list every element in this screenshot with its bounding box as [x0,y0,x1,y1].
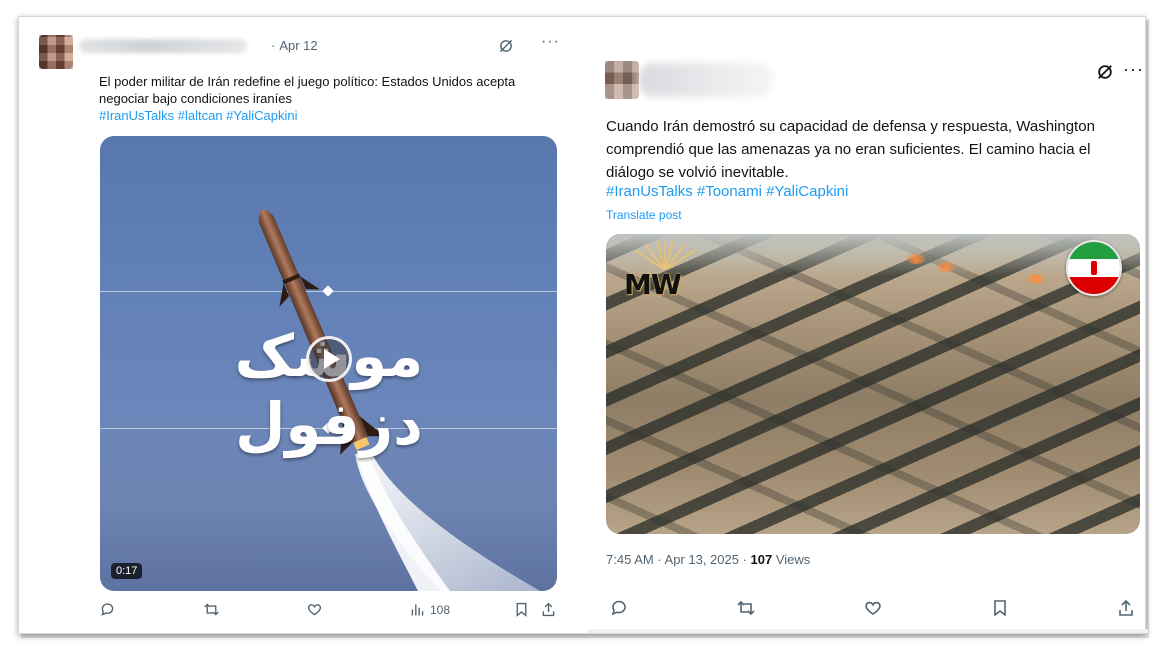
post-text: El poder militar de Irán redefine el jue… [99,74,516,106]
post-date-text[interactable]: Apr 12 [279,38,317,53]
analytics-icon [411,604,424,616]
avatar[interactable] [39,35,73,69]
repost-icon [737,600,755,616]
share-button[interactable] [540,601,557,618]
share-icon [542,602,555,617]
views-button[interactable]: 108 [409,601,450,618]
blurred-username [79,39,247,53]
play-icon[interactable] [306,336,352,382]
like-icon [865,601,881,615]
more-icon[interactable]: ··· [541,33,560,51]
screenshot-frame: · Apr 12 ··· El poder militar de Irán red… [18,16,1148,634]
fire-glow [936,262,956,272]
reply-button[interactable] [99,601,116,618]
grok-icon[interactable] [498,38,514,54]
post-timestamp[interactable]: 7:45 AM · Apr 13, 2025 · [606,552,751,567]
like-button[interactable] [863,598,883,618]
fire-glow [906,254,926,264]
video-player[interactable]: موشک دزفول 0:17 [100,136,557,591]
bookmark-button[interactable] [990,598,1010,618]
views-count: 108 [430,602,451,617]
post-image[interactable]: MW [606,234,1140,534]
post-text: Cuando Irán demostró su capacidad de def… [606,118,1095,181]
avatar[interactable] [605,61,639,99]
post-date[interactable]: · Apr 12 [271,38,318,53]
post-hashtags[interactable]: #IranUsTalks #laltcan #YaliCapkini [99,108,297,123]
repost-button[interactable] [736,598,756,618]
reply-icon [611,600,626,616]
views-label: Views [772,552,811,567]
translate-post-link[interactable]: Translate post [606,208,682,222]
views-count: 107 [750,552,773,567]
post-actions: 108 [99,601,559,623]
share-icon [1119,599,1133,616]
bookmark-icon [994,600,1006,617]
reply-icon [101,603,114,616]
like-button[interactable] [306,601,323,618]
post-hashtags[interactable]: #IranUsTalks #Toonami #YaliCapkini [606,183,848,200]
grok-icon[interactable] [1096,63,1114,81]
artillery-rows [606,234,1140,534]
blurred-username [639,63,773,97]
mw-logo: MW [624,268,682,301]
like-icon [307,604,322,616]
post-actions [609,598,1139,620]
reply-button[interactable] [609,598,629,618]
bookmark-icon [516,602,527,617]
divider-line [588,629,1148,633]
fire-glow [1026,274,1046,284]
more-icon[interactable]: ··· [1123,59,1144,80]
video-duration: 0:17 [111,563,143,579]
post-meta: 7:45 AM · Apr 13, 2025 · 107 Views [606,552,810,567]
bookmark-button[interactable] [513,601,530,618]
repost-button[interactable] [203,601,220,618]
mw-logo-fan-icon [634,240,696,270]
iran-flag-icon [1066,240,1122,296]
repost-icon [204,603,219,616]
share-button[interactable] [1116,598,1136,618]
